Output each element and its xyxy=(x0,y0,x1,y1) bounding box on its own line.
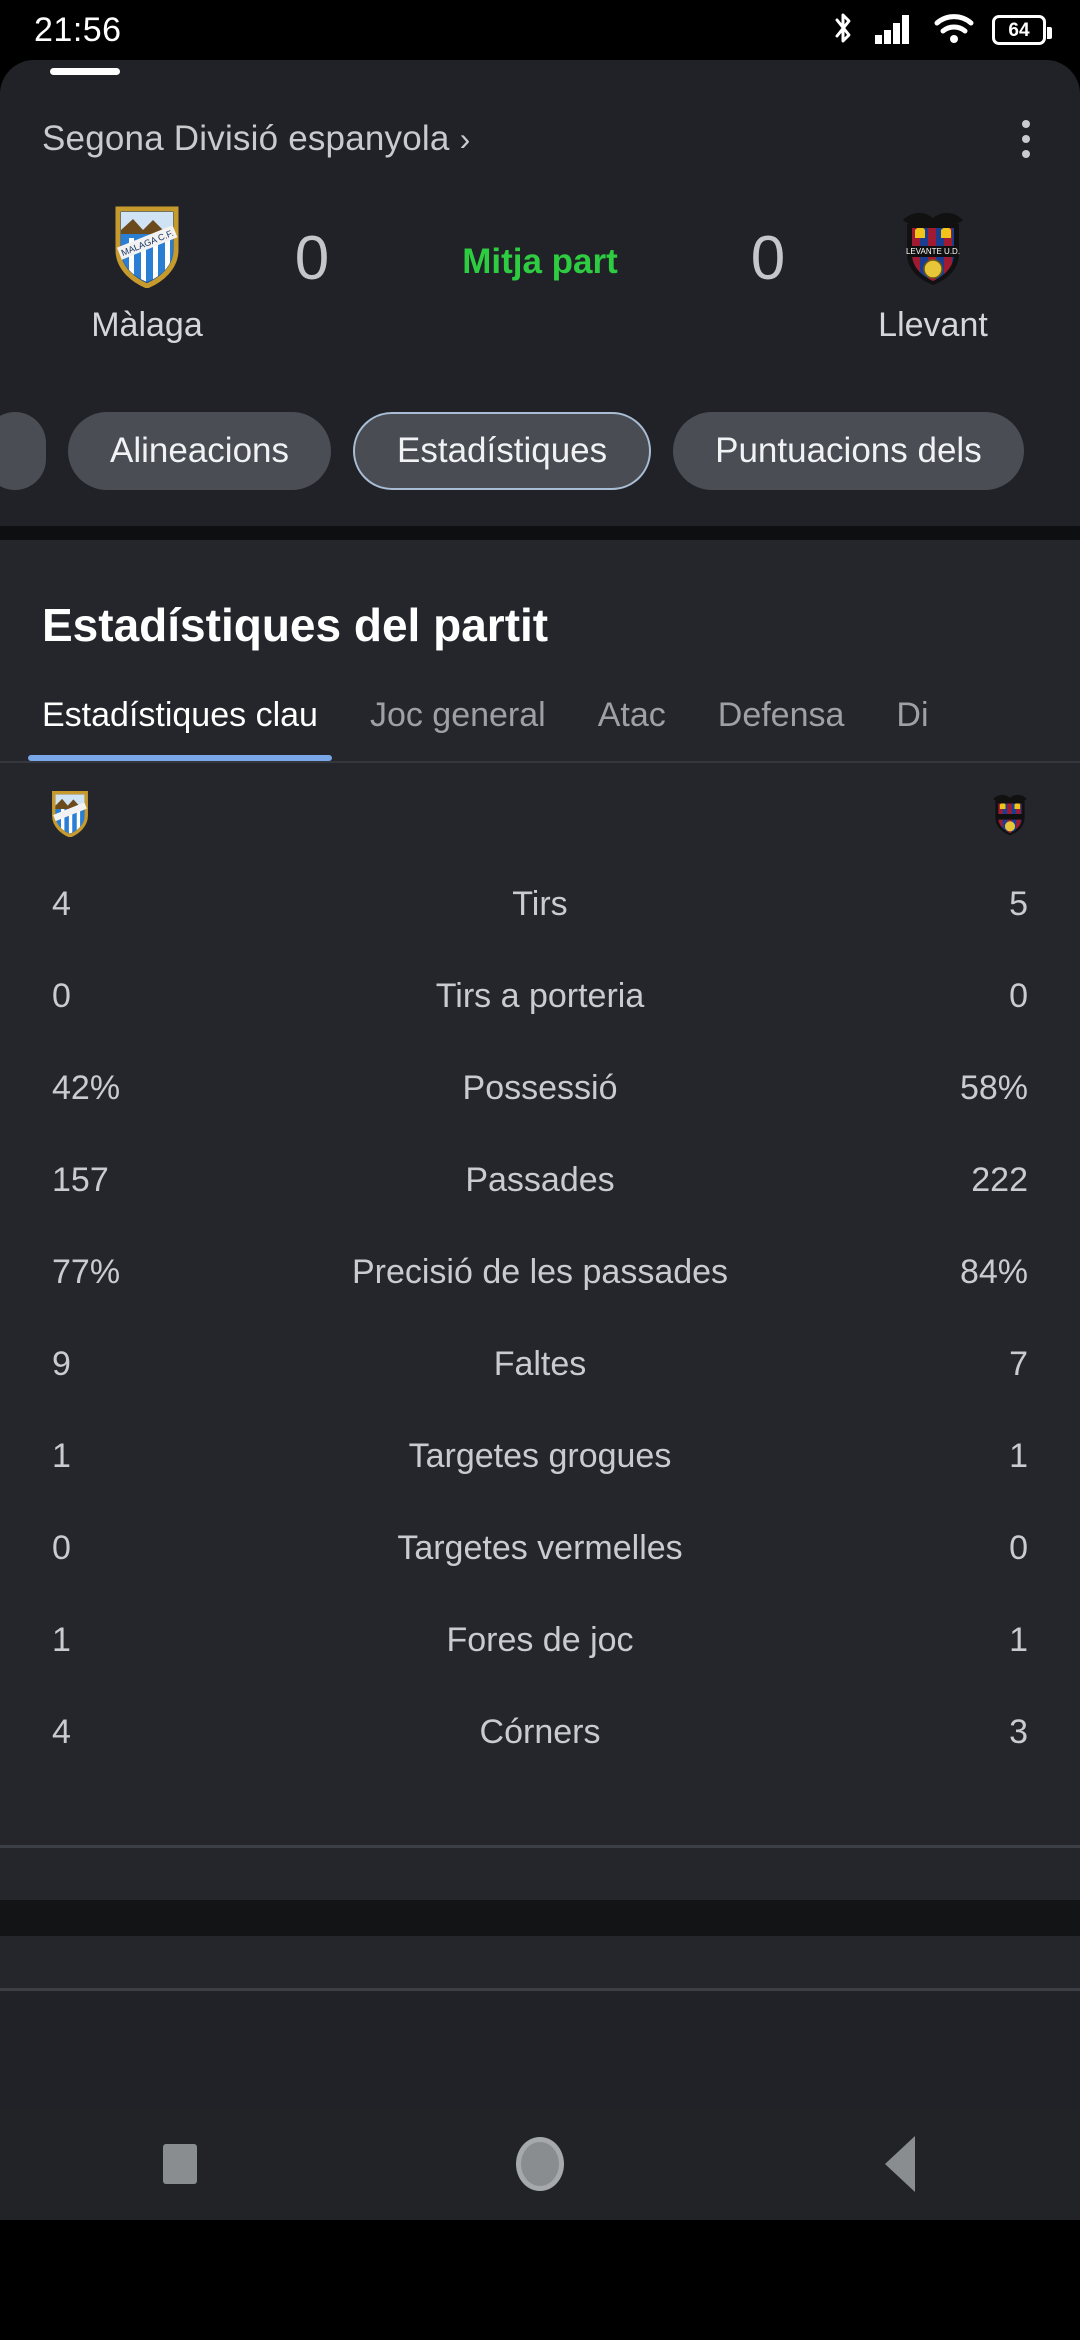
status-bar: 21:56 64 xyxy=(0,0,1080,60)
home-team-name: Màlaga xyxy=(91,306,203,344)
table-row: 42% Possessió 58% xyxy=(0,1053,1080,1123)
league-name: Segona Divisió espanyola xyxy=(42,119,450,158)
league-link[interactable]: Segona Divisió espanyola › xyxy=(42,119,470,159)
status-bar-clock: 21:56 xyxy=(34,10,122,49)
home-crest-small-icon xyxy=(52,791,88,838)
table-row: 0 Tirs a porteria 0 xyxy=(0,961,1080,1031)
content-band-upper xyxy=(0,1848,1080,1900)
triangle-back-icon xyxy=(885,2136,915,2192)
chevron-right-icon: › xyxy=(459,121,471,157)
chip-puntuacions[interactable]: Puntuacions dels xyxy=(673,412,1024,490)
system-navigation-bar xyxy=(0,2108,1080,2220)
away-value: 1 xyxy=(1009,1436,1028,1475)
tab-defensa[interactable]: Defensa xyxy=(718,696,845,761)
battery-level: 64 xyxy=(1008,19,1030,41)
chip-estadistiques[interactable]: Estadístiques xyxy=(353,412,652,490)
home-value: 0 xyxy=(52,976,71,1015)
stat-label: Córners xyxy=(479,1712,601,1751)
levante-crest-icon: LEVANTE U.D. xyxy=(901,206,965,288)
stat-label: Precisió de les passades xyxy=(351,1252,729,1291)
away-team[interactable]: LEVANTE U.D. Llevant xyxy=(828,206,1038,345)
stat-label: Tirs xyxy=(512,884,568,923)
tab-estadistiques-clau[interactable]: Estadístiques clau xyxy=(28,696,332,761)
svg-text:LEVANTE U.D.: LEVANTE U.D. xyxy=(906,247,960,256)
table-row: 9 Faltes 7 xyxy=(0,1329,1080,1399)
stats-rows: 4 Tirs 5 0 Tirs a porteria 0 42% Possess… xyxy=(0,869,1080,1767)
league-row: Segona Divisió espanyola › xyxy=(42,60,1038,168)
square-icon xyxy=(163,2144,197,2184)
overflow-menu-icon[interactable] xyxy=(1014,110,1038,168)
chip-partial-left[interactable] xyxy=(0,412,46,490)
table-row: 4 Córners 3 xyxy=(0,1697,1080,1767)
table-row: 4 Tirs 5 xyxy=(0,869,1080,939)
content-band-dark xyxy=(0,1900,1080,1936)
stat-label: Targetes grogues xyxy=(408,1436,672,1475)
away-value: 0 xyxy=(1009,976,1028,1015)
stat-label: Passades xyxy=(465,1160,615,1199)
home-value: 1 xyxy=(52,1620,71,1659)
table-row: 0 Targetes vermelles 0 xyxy=(0,1513,1080,1583)
stats-tab-bar[interactable]: Estadístiques clau Joc general Atac Defe… xyxy=(0,696,1080,761)
tab-atac[interactable]: Atac xyxy=(598,696,666,761)
home-value: 42% xyxy=(52,1068,121,1107)
home-value: 4 xyxy=(52,884,71,923)
home-value: 157 xyxy=(52,1160,109,1199)
wifi-icon xyxy=(934,11,974,50)
back-button[interactable] xyxy=(825,2108,975,2220)
stat-label: Targetes vermelles xyxy=(397,1528,683,1567)
section-divider xyxy=(0,526,1080,540)
home-button[interactable] xyxy=(465,2108,615,2220)
stat-label: Faltes xyxy=(493,1344,587,1383)
table-row: 1 Fores de joc 1 xyxy=(0,1605,1080,1675)
away-value: 5 xyxy=(1009,884,1028,923)
content-band-lower xyxy=(0,1936,1080,1988)
table-row: 157 Passades 222 xyxy=(0,1145,1080,1215)
chip-alineacions[interactable]: Alineacions xyxy=(68,412,331,490)
bluetooth-icon xyxy=(830,11,856,50)
tab-joc-general[interactable]: Joc general xyxy=(370,696,546,761)
match-header: Segona Divisió espanyola › MALAGA C.F. M… xyxy=(0,60,1080,526)
away-team-name: Llevant xyxy=(878,306,988,344)
tab-disciplina[interactable]: Di xyxy=(896,696,928,761)
app-window: Segona Divisió espanyola › MALAGA C.F. M… xyxy=(0,60,1080,2220)
home-value: 9 xyxy=(52,1344,71,1383)
recents-button[interactable] xyxy=(105,2108,255,2220)
away-value: 84% xyxy=(959,1252,1028,1291)
table-row: 1 Targetes grogues 1 xyxy=(0,1421,1080,1491)
table-row: 77% Precisió de les passades 84% xyxy=(0,1237,1080,1307)
scoreboard: MALAGA C.F. Màlaga 0 Mitja part 0 LEVANT… xyxy=(42,206,1038,376)
stat-label: Fores de joc xyxy=(446,1620,634,1659)
status-bar-icons: 64 xyxy=(830,11,1052,50)
match-stats-card: Estadístiques del partit Estadístiques c… xyxy=(0,540,1080,1845)
match-period: Mitja part xyxy=(462,242,618,281)
away-value: 3 xyxy=(1009,1712,1028,1751)
malaga-crest-icon: MALAGA C.F. xyxy=(115,206,179,289)
stats-crest-row xyxy=(0,763,1080,847)
home-value: 4 xyxy=(52,1712,71,1751)
circle-icon xyxy=(516,2137,564,2191)
away-value: 1 xyxy=(1009,1620,1028,1659)
cellular-signal-icon xyxy=(874,11,916,50)
away-score: 0 xyxy=(750,224,786,293)
home-value: 0 xyxy=(52,1528,71,1567)
away-value: 7 xyxy=(1009,1344,1028,1383)
card-bottom-padding xyxy=(0,1767,1080,1845)
home-team[interactable]: MALAGA C.F. Màlaga xyxy=(42,206,252,345)
away-value: 58% xyxy=(959,1068,1028,1107)
away-crest-small-icon xyxy=(992,791,1028,837)
page-title: Estadístiques del partit xyxy=(42,599,549,651)
home-score: 0 xyxy=(294,224,330,293)
home-value: 1 xyxy=(52,1436,71,1475)
divider-line-bottom xyxy=(0,1988,1080,1991)
battery-icon: 64 xyxy=(992,15,1052,45)
stat-label: Possessió xyxy=(462,1068,618,1107)
stat-label: Tirs a porteria xyxy=(435,976,645,1015)
away-value: 222 xyxy=(971,1160,1028,1199)
home-value: 77% xyxy=(52,1252,121,1291)
away-value: 0 xyxy=(1009,1528,1028,1567)
section-chip-row[interactable]: Alineacions Estadístiques Puntuacions de… xyxy=(0,376,1038,526)
